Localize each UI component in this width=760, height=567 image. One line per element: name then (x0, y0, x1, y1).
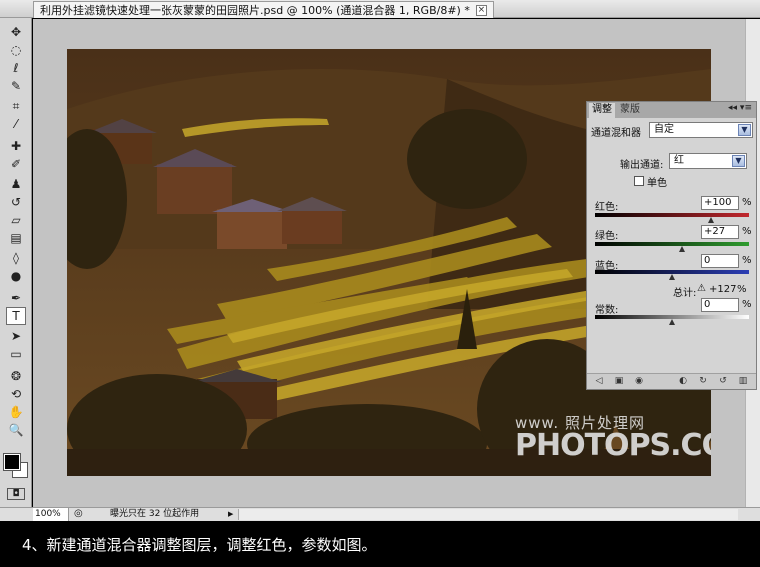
move-tool-icon[interactable]: ✥ (6, 23, 26, 41)
panel-tab-strip: 调整 蒙版 ◂◂ ▾≡ (587, 102, 756, 118)
red-value-input[interactable]: +100 (701, 196, 739, 210)
document-title: 利用外挂滤镜快速处理一张灰蒙蒙的田园照片.psd @ 100% (通道混合器 1… (40, 3, 470, 17)
output-channel-label: 输出通道: (620, 160, 664, 171)
history-brush-tool-icon[interactable]: ↺ (6, 193, 26, 211)
watermark-brand: PHOTOPS.COM (515, 428, 711, 463)
green-value-input[interactable]: +27 (701, 225, 739, 239)
document-tab[interactable]: 利用外挂滤镜快速处理一张灰蒙蒙的田园照片.psd @ 100% (通道混合器 1… (33, 1, 494, 18)
3d-orbit-tool-icon[interactable]: ⟲ (6, 385, 26, 403)
close-icon[interactable]: × (475, 4, 487, 16)
constant-slider-thumb[interactable] (669, 319, 675, 325)
tab-masks[interactable]: 蒙版 (617, 103, 643, 118)
green-label: 绿色: (595, 231, 619, 242)
constant-value-input[interactable]: 0 (701, 298, 739, 312)
status-bar: 100% ◎ 曝光只在 32 位起作用 ▶ (0, 507, 760, 521)
output-channel-value: 红 (674, 155, 684, 166)
visibility-eye-icon[interactable]: ◐ (677, 376, 689, 387)
red-label: 红色: (595, 202, 619, 213)
lasso-tool-icon[interactable]: ℓ (6, 59, 26, 77)
brush-tool-icon[interactable]: ✐ (6, 155, 26, 173)
panel-footer: ◁ ▣ ◉ ◐ ↻ ↺ ▥ (587, 373, 756, 389)
foreground-color-swatch[interactable] (3, 453, 21, 471)
3d-rotate-tool-icon[interactable]: ❂ (6, 367, 26, 385)
chevron-down-icon[interactable]: ▼ (738, 124, 751, 136)
status-info-text: 曝光只在 32 位起作用 (110, 509, 200, 519)
blue-percent: % (742, 255, 752, 266)
back-arrow-icon[interactable]: ◁ (593, 376, 605, 387)
reset-icon[interactable]: ↺ (717, 376, 729, 387)
shape-tool-icon[interactable]: ▭ (6, 345, 26, 363)
status-menu-arrow-icon[interactable]: ▶ (228, 509, 237, 519)
blue-slider-thumb[interactable] (669, 274, 675, 280)
quick-mask-button[interactable]: ◘ (7, 488, 25, 500)
crop-tool-icon[interactable]: ⌗ (6, 97, 26, 115)
type-tool-icon[interactable]: T (6, 307, 26, 325)
blur-tool-icon[interactable]: ◊ (6, 249, 26, 267)
monochrome-label: 单色 (647, 178, 667, 189)
red-slider-track[interactable] (595, 213, 749, 217)
dodge-tool-icon[interactable]: ● (6, 267, 26, 285)
hand-tool-icon[interactable]: ✋ (6, 403, 26, 421)
quick-select-tool-icon[interactable]: ✎ (6, 77, 26, 95)
zoom-tool-icon[interactable]: 🔍 (6, 421, 26, 439)
horizontal-scrollbar[interactable] (238, 509, 738, 520)
document-tab-bar: 利用外挂滤镜快速处理一张灰蒙蒙的田园照片.psd @ 100% (通道混合器 1… (0, 0, 760, 18)
monochrome-checkbox[interactable] (634, 176, 644, 186)
healing-tool-icon[interactable]: ✚ (6, 137, 26, 155)
tab-adjustments[interactable]: 调整 (589, 103, 615, 118)
constant-percent: % (742, 299, 752, 310)
path-select-tool-icon[interactable]: ➤ (6, 327, 26, 345)
panel-menu-icon[interactable]: ◂◂ ▾≡ (728, 103, 752, 113)
preset-select[interactable]: 自定 ▼ (649, 122, 753, 138)
stamp-tool-icon[interactable]: ♟ (6, 175, 26, 193)
tutorial-caption: 4、新建通道混合器调整图层，调整红色，参数如图。 (0, 521, 760, 567)
total-label: 总计: (673, 288, 697, 299)
trash-icon[interactable]: ▥ (737, 376, 749, 387)
previous-state-icon[interactable]: ↻ (697, 376, 709, 387)
panel-title: 通道混和器 (591, 128, 641, 139)
green-slider-thumb[interactable] (679, 246, 686, 252)
green-slider-track[interactable] (595, 242, 749, 246)
expand-view-icon[interactable]: ▣ (613, 376, 625, 387)
caption-text: 4、新建通道混合器调整图层，调整红色，参数如图。 (22, 536, 377, 554)
total-percent: % (737, 284, 747, 295)
marquee-tool-icon[interactable]: ◌ (6, 41, 26, 59)
constant-label: 常数: (595, 305, 619, 316)
chevron-down-icon[interactable]: ▼ (732, 155, 745, 167)
eyedropper-tool-icon[interactable]: ⁄ (6, 115, 26, 133)
red-slider-thumb[interactable] (707, 217, 714, 223)
output-channel-select[interactable]: 红 ▼ (669, 153, 747, 169)
warning-icon: ⚠ (697, 283, 706, 294)
red-percent: % (742, 197, 752, 208)
total-value: +127 (709, 284, 737, 295)
adjustments-panel: 调整 蒙版 ◂◂ ▾≡ 通道混和器 自定 ▼ 输出通道: 红 ▼ 单色 红色: … (586, 101, 757, 390)
preset-value: 自定 (654, 124, 674, 135)
blue-value-input[interactable]: 0 (701, 254, 739, 268)
eraser-tool-icon[interactable]: ▱ (6, 211, 26, 229)
pen-tool-icon[interactable]: ✒ (6, 289, 26, 307)
clip-layer-icon[interactable]: ◉ (633, 376, 645, 387)
status-info-icon[interactable]: ◎ (74, 508, 83, 520)
green-percent: % (742, 226, 752, 237)
toolbox: ◘ ✥ ◌ ℓ ✎ ⌗ ⁄ ✚ ✐ ♟ ↺ ▱ ▤ ◊ ● ✒ T ➤ ▭ ❂ ⟲ ✋ 🔍 (0, 18, 32, 520)
gradient-tool-icon[interactable]: ▤ (6, 229, 26, 247)
zoom-level-field[interactable]: 100% (33, 508, 69, 521)
